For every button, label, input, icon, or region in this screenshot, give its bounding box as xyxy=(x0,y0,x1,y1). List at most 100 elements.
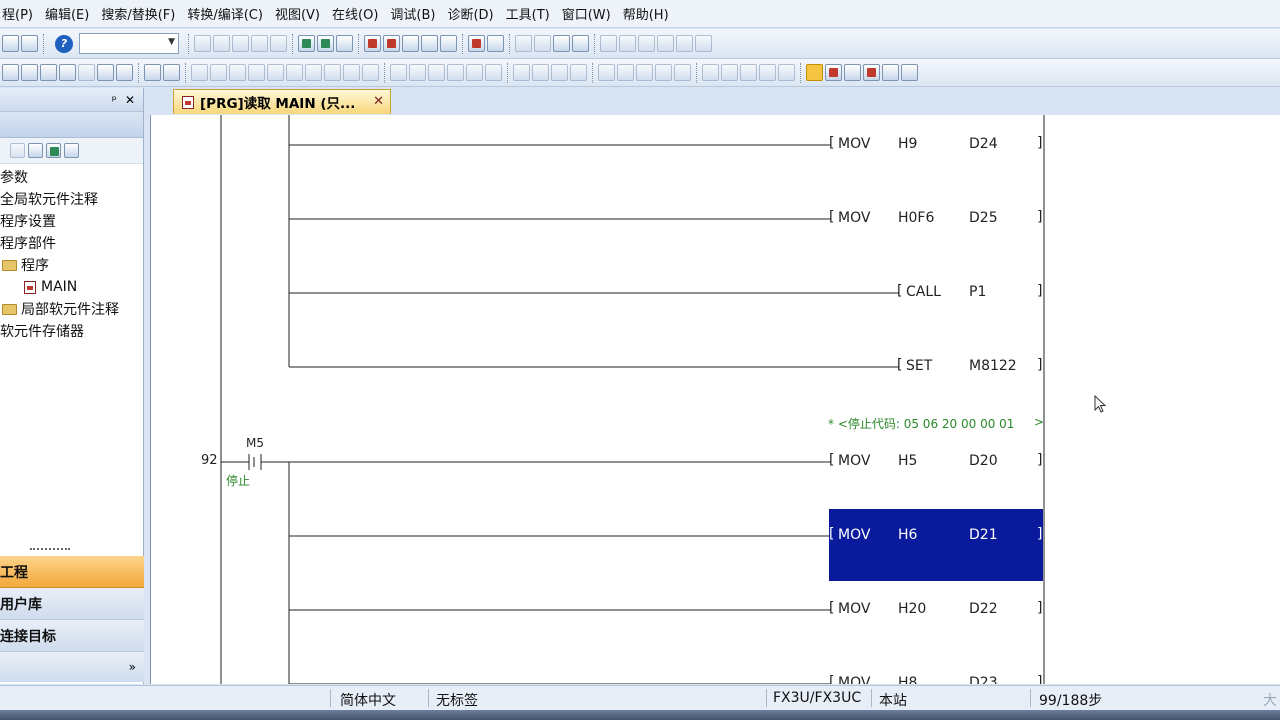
toolbar-combo[interactable] xyxy=(79,33,179,54)
menu-item[interactable]: 诊断(D) xyxy=(441,4,499,23)
section-project[interactable]: 工程 xyxy=(0,556,144,588)
falling-edge-icon[interactable] xyxy=(409,64,426,81)
edge-icon[interactable] xyxy=(570,64,587,81)
operation-icon[interactable] xyxy=(674,64,691,81)
menu-item[interactable]: 在线(O) xyxy=(326,4,384,23)
rising-edge-icon[interactable] xyxy=(390,64,407,81)
tab-main-program[interactable]: [PRG]读取 MAIN (只... ✕ xyxy=(173,89,391,114)
paste-icon[interactable] xyxy=(232,35,249,52)
tree-tool-icon[interactable] xyxy=(10,143,25,158)
help-icon[interactable] xyxy=(144,64,161,81)
line-icon[interactable] xyxy=(305,64,322,81)
menu-item[interactable]: 程(P) xyxy=(0,4,39,23)
section-connection-target[interactable]: 连接目标 xyxy=(0,620,144,652)
redo-icon[interactable] xyxy=(270,35,287,52)
tree-item[interactable]: 程序部件 xyxy=(0,232,143,254)
device-test-icon[interactable] xyxy=(863,64,880,81)
menu-item[interactable]: 调试(B) xyxy=(384,4,441,23)
note-edit-icon[interactable] xyxy=(740,64,757,81)
pulse-icon[interactable] xyxy=(466,64,483,81)
tree-item[interactable]: 参数 xyxy=(0,166,143,188)
dev-icon[interactable] xyxy=(78,64,95,81)
read-plc-icon[interactable] xyxy=(383,35,400,52)
diagnostics-icon[interactable] xyxy=(487,35,504,52)
menu-item[interactable]: 搜索/替换(F) xyxy=(95,4,181,23)
device-list-icon[interactable] xyxy=(572,35,589,52)
tree-item[interactable]: MAIN xyxy=(0,276,143,298)
menu-item[interactable]: 转换/编译(C) xyxy=(181,4,269,23)
comment-display-icon[interactable] xyxy=(806,64,823,81)
online-icon[interactable] xyxy=(468,35,485,52)
menu-item[interactable]: 帮助(H) xyxy=(617,4,675,23)
cross-reference-icon[interactable] xyxy=(553,35,570,52)
ladder-delete-icon[interactable] xyxy=(638,35,655,52)
tree-item[interactable]: 全局软元件注释 xyxy=(0,188,143,210)
contact-parallel-nc-icon[interactable] xyxy=(248,64,265,81)
edge-icon[interactable] xyxy=(551,64,568,81)
tree-item[interactable]: 程序设置 xyxy=(0,210,143,232)
undo-icon[interactable] xyxy=(251,35,268,52)
copy-icon[interactable] xyxy=(213,35,230,52)
window-icon[interactable] xyxy=(2,64,19,81)
open-icon[interactable] xyxy=(2,35,19,52)
refresh-icon[interactable] xyxy=(46,143,61,158)
contact-parallel-icon[interactable] xyxy=(229,64,246,81)
operation-icon[interactable] xyxy=(617,64,634,81)
ladder-insert-icon[interactable] xyxy=(619,35,636,52)
properties-icon[interactable] xyxy=(28,143,43,158)
verify-icon[interactable] xyxy=(402,35,419,52)
tree-item[interactable]: 软元件存储器 xyxy=(0,320,143,342)
more-sections-button[interactable]: » xyxy=(0,652,144,682)
dev-icon[interactable] xyxy=(59,64,76,81)
operation-icon[interactable] xyxy=(636,64,653,81)
close-icon[interactable]: ✕ xyxy=(125,93,135,107)
coil-icon[interactable] xyxy=(267,64,284,81)
ladder-line-icon[interactable] xyxy=(657,35,674,52)
operation-icon[interactable] xyxy=(655,64,672,81)
ladder-tool-icon[interactable] xyxy=(676,35,693,52)
pulse-icon[interactable] xyxy=(428,64,445,81)
convert-icon[interactable] xyxy=(336,35,353,52)
tree-settings-icon[interactable] xyxy=(64,143,79,158)
ladder-tool-icon[interactable] xyxy=(778,64,795,81)
edge-icon[interactable] xyxy=(513,64,530,81)
line-icon[interactable] xyxy=(343,64,360,81)
instruction-icon[interactable] xyxy=(286,64,303,81)
view-icon[interactable] xyxy=(97,64,114,81)
dev-icon[interactable] xyxy=(40,64,57,81)
save-icon[interactable] xyxy=(21,35,38,52)
pulse-icon[interactable] xyxy=(447,64,464,81)
write-plc-icon[interactable] xyxy=(364,35,381,52)
compile-icon[interactable] xyxy=(298,35,315,52)
splitter-grip[interactable] xyxy=(30,548,70,552)
cut-icon[interactable] xyxy=(194,35,211,52)
menu-item[interactable]: 视图(V) xyxy=(269,4,326,23)
contact-nc-icon[interactable] xyxy=(210,64,227,81)
monitor-icon[interactable] xyxy=(421,35,438,52)
pulse-icon[interactable] xyxy=(485,64,502,81)
help-icon[interactable]: ? xyxy=(55,34,73,53)
section-user-library[interactable]: 用户库 xyxy=(0,588,144,620)
compile-all-icon[interactable] xyxy=(317,35,334,52)
pin-icon[interactable]: ᵖ xyxy=(112,93,117,107)
ladder-editor[interactable]: [] MOV H9 D24 [] MOV H0F6 D25 [] CALL P1 [] SET M8122… xyxy=(150,115,1280,684)
close-icon[interactable]: ✕ xyxy=(373,94,384,109)
edge-icon[interactable] xyxy=(532,64,549,81)
menu-item[interactable]: 编辑(E) xyxy=(39,4,95,23)
watch-icon[interactable] xyxy=(882,64,899,81)
binoculars-icon[interactable] xyxy=(163,64,180,81)
line-icon[interactable] xyxy=(324,64,341,81)
selected-instruction-cell[interactable] xyxy=(829,509,1043,581)
comment-edit-icon[interactable] xyxy=(702,64,719,81)
statement-edit-icon[interactable] xyxy=(721,64,738,81)
monitor-write-icon[interactable] xyxy=(844,64,861,81)
ladder-tool-icon[interactable] xyxy=(759,64,776,81)
monitor-mode-icon[interactable] xyxy=(825,64,842,81)
find-icon[interactable] xyxy=(515,35,532,52)
menu-item[interactable]: 窗口(W) xyxy=(556,4,617,23)
operation-icon[interactable] xyxy=(598,64,615,81)
ladder-tool-icon[interactable] xyxy=(695,35,712,52)
replace-icon[interactable] xyxy=(534,35,551,52)
list-icon[interactable] xyxy=(21,64,38,81)
menu-item[interactable]: 工具(T) xyxy=(500,4,556,23)
